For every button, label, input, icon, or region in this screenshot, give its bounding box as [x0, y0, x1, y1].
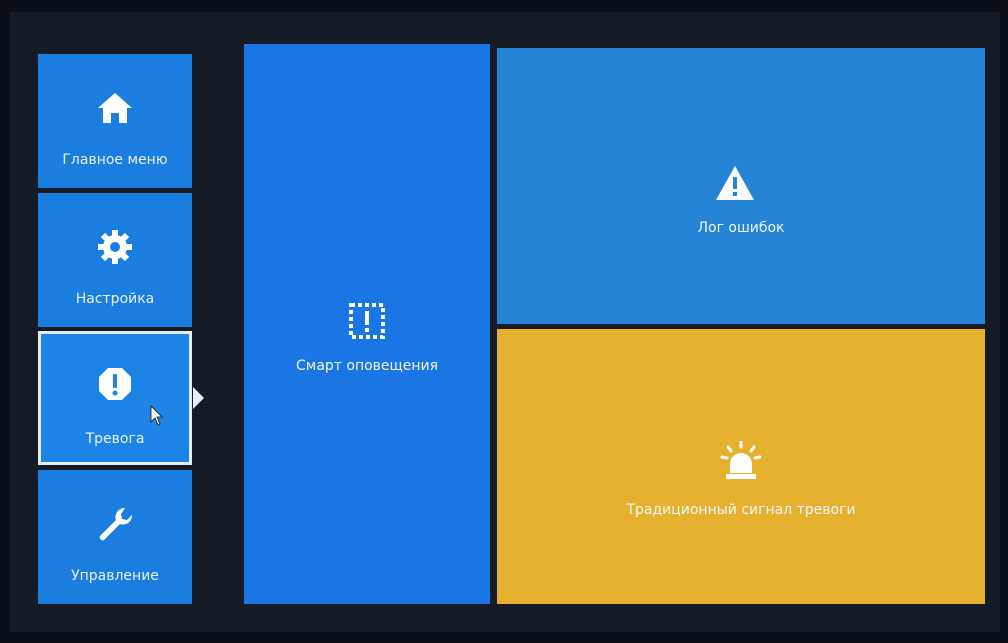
sidebar-item-label: Тревога — [85, 431, 145, 447]
traditional-alarm-tile[interactable]: Традиционный сигнал тревоги — [497, 329, 985, 604]
smart-alerts-label: Смарт оповещения — [295, 358, 439, 374]
siren-icon — [720, 441, 762, 479]
gear-icon — [98, 230, 132, 264]
alarm-octagon-icon — [99, 368, 131, 400]
sidebar-item-alarm[interactable]: Тревога — [38, 331, 192, 465]
sidebar-item-label: Управление — [71, 568, 159, 584]
smart-alert-icon — [349, 303, 385, 339]
warning-triangle-icon — [716, 166, 754, 200]
sidebar-item-main-menu[interactable]: Главное меню — [38, 54, 192, 188]
sidebar-item-label: Настройка — [75, 291, 155, 307]
home-icon — [98, 93, 132, 123]
error-log-tile[interactable]: Лог ошибок — [497, 48, 985, 324]
smart-alerts-tile[interactable]: Смарт оповещения — [244, 44, 490, 604]
error-log-label: Лог ошибок — [697, 220, 785, 236]
wrench-icon — [99, 507, 133, 541]
traditional-alarm-label: Традиционный сигнал тревоги — [626, 502, 856, 518]
mouse-cursor-icon — [150, 405, 164, 426]
sidebar-item-management[interactable]: Управление — [38, 470, 192, 604]
sidebar-item-label: Главное меню — [62, 152, 168, 168]
sidebar-item-settings[interactable]: Настройка — [38, 193, 192, 327]
selection-pointer — [193, 387, 204, 409]
